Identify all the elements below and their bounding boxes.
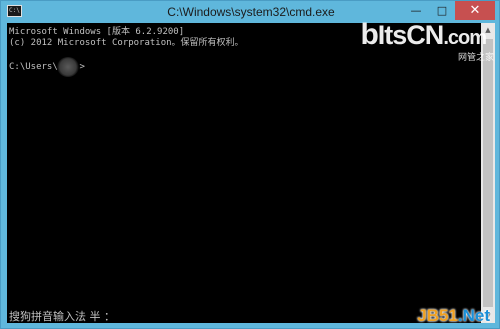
window-title: C:\Windows\system32\cmd.exe xyxy=(167,5,335,19)
console-line-version: Microsoft Windows [版本 6.2.9200] xyxy=(9,27,185,37)
username-redaction xyxy=(57,57,79,77)
console-output[interactable]: Microsoft Windows [版本 6.2.9200] (c) 2012… xyxy=(7,23,481,323)
minimize-button[interactable]: — xyxy=(403,1,429,20)
scroll-thumb[interactable] xyxy=(483,39,493,307)
cmd-app-icon[interactable]: C:\ xyxy=(7,5,22,17)
itscn-watermark-name: ItsCN xyxy=(377,20,445,50)
close-button[interactable]: ✕ xyxy=(455,1,495,20)
itscn-watermark: bItsCN.com xyxy=(360,18,487,53)
itscn-watermark-subtitle: 网管之家 xyxy=(457,53,494,63)
ime-status-bar: 搜狗拼音输入法 半 ： xyxy=(9,310,115,323)
window-controls: — □ ✕ xyxy=(403,1,495,21)
itscn-watermark-domain: .com xyxy=(443,27,487,49)
jb51-watermark: JB51.Net xyxy=(417,306,490,326)
jb51-watermark-net: .Net xyxy=(457,306,490,325)
minimize-icon: — xyxy=(410,4,422,17)
jb51-watermark-main: JB51 xyxy=(417,306,458,325)
vertical-scrollbar[interactable]: ▲ ▼ xyxy=(481,23,495,323)
maximize-icon: □ xyxy=(436,4,448,17)
maximize-button[interactable]: □ xyxy=(429,1,455,20)
itscn-watermark-b: b xyxy=(360,18,378,51)
console-line-copyright: (c) 2012 Microsoft Corporation。保留所有权利。 xyxy=(9,38,244,48)
close-icon: ✕ xyxy=(469,3,481,18)
